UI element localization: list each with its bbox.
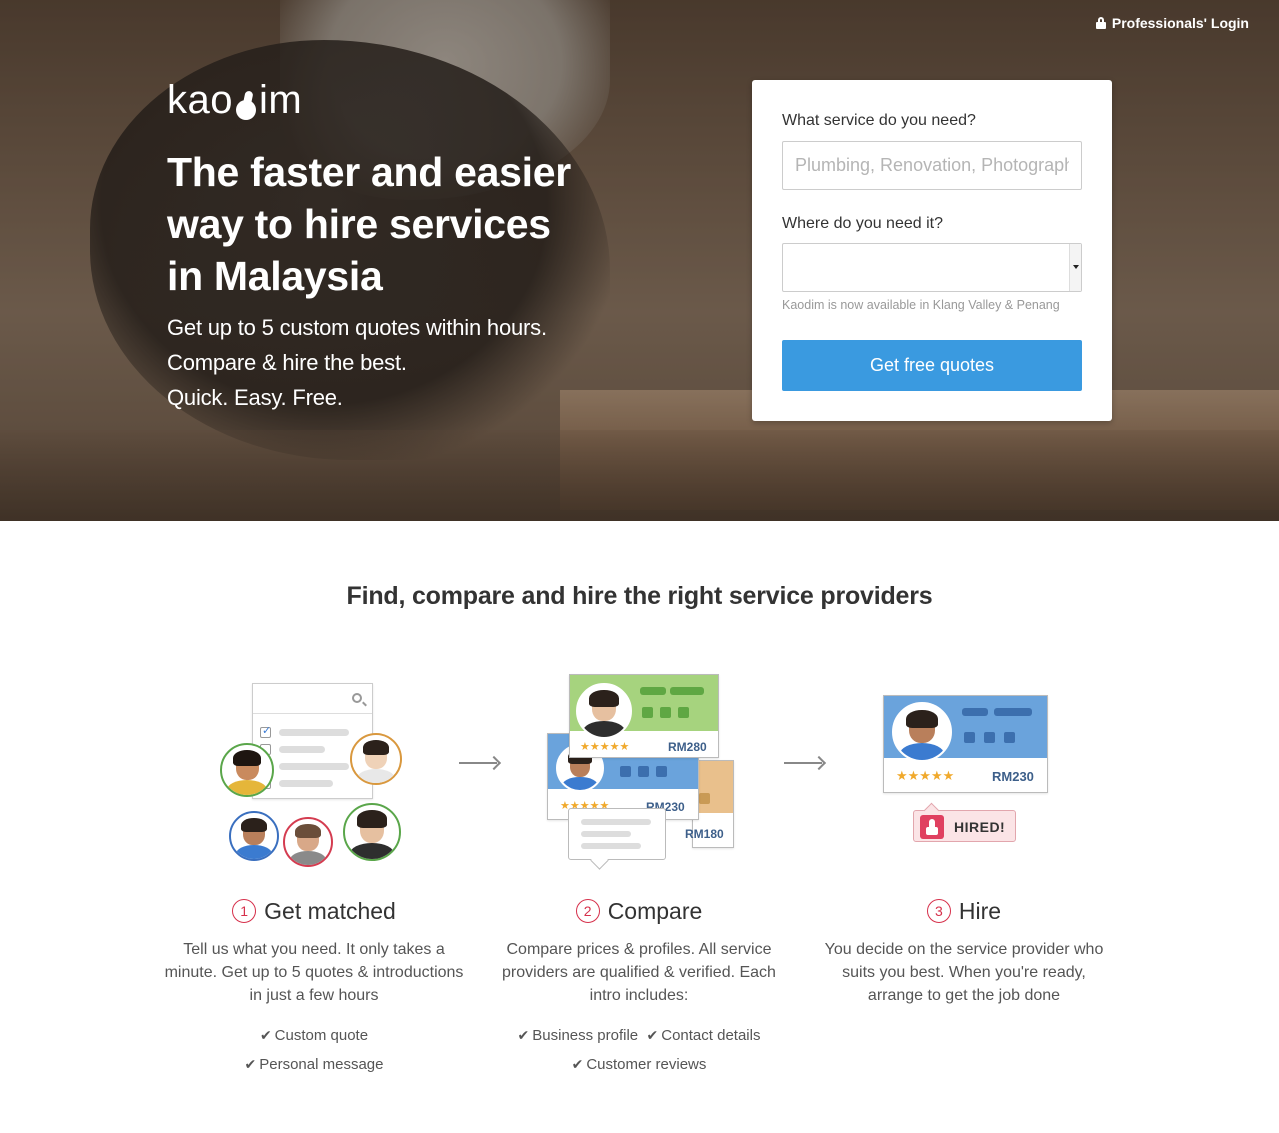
provider-avatar — [283, 817, 333, 867]
step-checklist: ✔ Business profile ✔ Contact details ✔ Cust… — [489, 1021, 789, 1079]
phone-icon — [984, 732, 995, 743]
step-hire: 3 Hire You decide on the service provide… — [814, 896, 1114, 1007]
price-tag: RM180 — [685, 827, 724, 841]
check-icon: ✔ — [571, 1056, 584, 1072]
check-item: ✔ Business profile — [517, 1027, 639, 1044]
price-tag: RM280 — [668, 740, 707, 754]
step-description: Compare prices & profiles. All service p… — [502, 941, 776, 1004]
select-arrow-icon — [1069, 244, 1081, 291]
step-description: You decide on the service provider who s… — [824, 941, 1104, 1004]
thumbs-up-icon — [920, 815, 944, 839]
hired-label: HIRED! — [954, 819, 1006, 835]
check-icon: ✔ — [244, 1056, 257, 1072]
rating-stars: ★★★★★ — [896, 768, 955, 783]
check-item: ✔ Contact details — [646, 1027, 761, 1044]
email-icon — [699, 793, 710, 804]
hired-provider-card: ★★★★★ RM230 — [883, 695, 1048, 793]
phone-icon — [660, 707, 671, 718]
lock-icon — [1095, 17, 1106, 29]
step-description: Tell us what you need. It only takes a m… — [164, 941, 464, 1004]
check-item: ✔ Custom quote — [259, 1027, 369, 1044]
availability-note: Kaodim is now available in Klang Valley … — [782, 298, 1060, 312]
rating-stars: ★★★★★ — [580, 741, 630, 753]
subheadline-line: Quick. Easy. Free. — [167, 385, 343, 410]
logo-text-start: kao — [167, 78, 233, 122]
provider-avatar — [350, 733, 402, 785]
provider-avatar — [229, 811, 279, 861]
kaodim-logo[interactable]: kao im — [167, 78, 302, 123]
message-bubble — [568, 808, 666, 860]
provider-avatar — [892, 702, 952, 762]
checkbox-checked-icon — [260, 724, 271, 738]
check-item: ✔ Personal message — [244, 1056, 384, 1073]
headline-line: in Malaysia — [167, 253, 383, 299]
headline-line: The faster and easier — [167, 149, 571, 195]
step-number: 2 — [575, 899, 600, 923]
check-item: ✔ Customer reviews — [571, 1056, 707, 1073]
arrow-right-icon — [784, 755, 827, 771]
step-title: Hire — [958, 897, 1002, 924]
step-number: 1 — [232, 899, 257, 923]
facebook-icon — [964, 732, 975, 743]
email-icon — [678, 707, 689, 718]
check-icon: ✔ — [517, 1027, 530, 1043]
location-label: Where do you need it? — [782, 215, 943, 232]
step-title: Get matched — [264, 897, 396, 924]
phone-icon — [638, 766, 649, 777]
hero-subheadline: Get up to 5 custom quotes within hours. … — [167, 310, 687, 415]
step-compare: 2 Compare Compare prices & profiles. All… — [489, 896, 789, 1079]
subheadline-line: Compare & hire the best. — [167, 350, 407, 375]
service-input[interactable] — [782, 141, 1082, 190]
subheadline-line: Get up to 5 custom quotes within hours. — [167, 315, 547, 340]
section-title: Find, compare and hire the right service… — [346, 582, 933, 610]
provider-avatar — [220, 743, 274, 797]
search-icon — [352, 693, 362, 703]
professionals-login-link[interactable]: Professionals' Login — [1095, 15, 1249, 31]
quote-request-form: What service do you need? Where do you n… — [752, 80, 1112, 421]
step-checklist: ✔ Custom quote ✔ Personal message — [164, 1021, 464, 1079]
provider-avatar — [576, 683, 632, 739]
headline-line: way to hire services — [167, 201, 551, 247]
email-icon — [1004, 732, 1015, 743]
arrow-right-icon — [459, 755, 502, 771]
step-title: Compare — [607, 897, 703, 924]
provider-avatar — [343, 803, 401, 861]
provider-card-green: ★★★★★ RM280 — [569, 674, 719, 758]
hero-banner: Professionals' Login kao im The faster a… — [0, 0, 1279, 521]
facebook-icon — [620, 766, 631, 777]
check-icon: ✔ — [259, 1027, 272, 1043]
get-free-quotes-button[interactable]: Get free quotes — [782, 340, 1082, 391]
location-select[interactable] — [782, 243, 1082, 292]
check-icon: ✔ — [646, 1027, 659, 1043]
hero-headline: The faster and easier way to hire servic… — [167, 146, 667, 302]
service-label: What service do you need? — [782, 112, 976, 129]
step-number: 3 — [926, 899, 951, 923]
hired-badge: HIRED! — [913, 810, 1016, 842]
facebook-icon — [642, 707, 653, 718]
logo-text-end: im — [259, 78, 303, 122]
thumb-logo-icon — [234, 89, 258, 123]
price-tag: RM230 — [992, 769, 1034, 784]
professionals-login-label: Professionals' Login — [1111, 15, 1249, 31]
email-icon — [656, 766, 667, 777]
step-get-matched: 1 Get matched Tell us what you need. It … — [164, 896, 464, 1079]
